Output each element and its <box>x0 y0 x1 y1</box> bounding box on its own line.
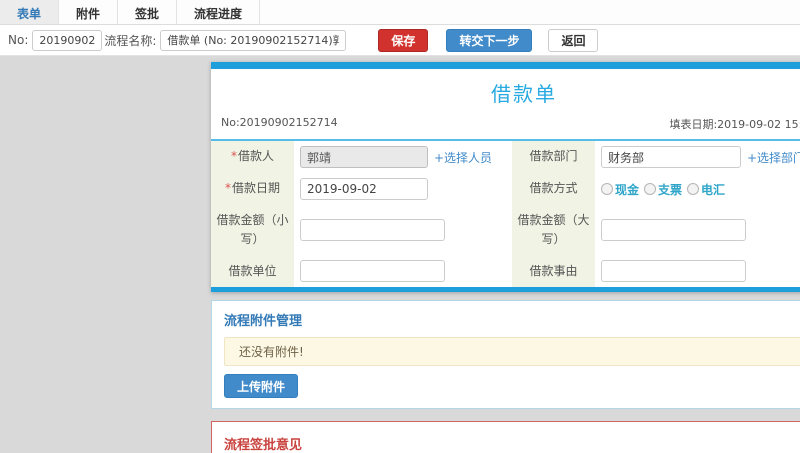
borrow-reason-label: 借款事由 <box>529 263 578 278</box>
no-label: No: <box>8 33 29 47</box>
panel-bottom-bar <box>211 287 800 293</box>
borrow-unit-field-cell <box>294 255 512 287</box>
department-label: 借款部门 <box>529 149 578 164</box>
radio-cash[interactable]: 现金 <box>601 181 639 198</box>
select-person-link[interactable]: +选择人员 <box>434 149 492 166</box>
payment-method-label-cell: 借款方式 <box>512 173 595 205</box>
borrow-date-label: 借款日期 <box>231 181 280 196</box>
tab-attachments[interactable]: 附件 <box>59 0 119 24</box>
panel-wrap: 借款单 No:20190902152714 填表日期:2019-09-02 15… <box>211 62 800 453</box>
panel-top-bar <box>211 62 800 69</box>
borrower-label-cell: *借款人 <box>211 141 294 173</box>
amount-upper-label-cell: 借款金额（大写） <box>512 205 595 256</box>
tab-bar: 表单 附件 签批 流程进度 <box>0 0 800 25</box>
radio-icon <box>644 183 657 195</box>
borrower-input[interactable] <box>300 146 428 168</box>
borrow-reason-field-cell <box>595 255 800 287</box>
amount-lower-label-cell: 借款金额（小写） <box>211 205 294 256</box>
borrow-date-label-cell: *借款日期 <box>211 173 294 205</box>
radio-wire-transfer[interactable]: 电汇 <box>687 181 725 198</box>
department-label-cell: 借款部门 <box>512 141 595 173</box>
no-attachment-alert: 还没有附件! <box>224 337 800 367</box>
department-input[interactable] <box>601 146 741 168</box>
form-no-text: No:20190902152714 <box>221 116 338 129</box>
select-department-link[interactable]: +选择部门 <box>747 149 800 166</box>
amount-upper-label: 借款金额（大写） <box>517 213 590 247</box>
attachment-heading: 流程附件管理 <box>224 314 303 330</box>
required-mark: * <box>224 181 231 196</box>
radio-cheque-label: 支票 <box>658 182 683 197</box>
payment-method-radio-group: 现金 支票 电汇 <box>601 181 725 198</box>
tab-form[interactable]: 表单 <box>0 0 60 24</box>
amount-upper-field-cell <box>595 205 800 255</box>
tab-approval[interactable]: 签批 <box>118 0 178 24</box>
content-area: 借款单 No:20190902152714 填表日期:2019-09-02 15… <box>0 56 800 453</box>
page: 表单 附件 签批 流程进度 No: 流程名称: 保存 转交下一步 返回 借款单 … <box>0 0 800 453</box>
approval-panel: 流程签批意见 B I abc ✎ <box>211 421 800 453</box>
action-toolbar: No: 流程名称: 保存 转交下一步 返回 <box>0 25 800 56</box>
payment-method-field-cell: 现金 支票 电汇 <box>595 173 800 205</box>
borrow-date-input[interactable] <box>300 178 428 200</box>
radio-wire-transfer-label: 电汇 <box>701 182 726 197</box>
payment-method-label: 借款方式 <box>529 181 578 196</box>
forward-next-step-button[interactable]: 转交下一步 <box>446 28 533 52</box>
borrower-field-cell: +选择人员 <box>294 141 512 173</box>
radio-cash-label: 现金 <box>615 182 640 197</box>
amount-lower-label: 借款金额（小写） <box>216 213 289 247</box>
form-row: *借款日期 借款方式 现金 <box>211 173 800 205</box>
form-row: 借款单位 借款事由 <box>211 255 800 288</box>
form-meta-row: No:20190902152714 填表日期:2019-09-02 15:27:… <box>211 113 800 141</box>
borrow-reason-input[interactable] <box>601 260 746 283</box>
approval-heading: 流程签批意见 <box>224 438 303 453</box>
process-name-input[interactable] <box>160 29 347 51</box>
radio-icon <box>687 183 700 195</box>
borrower-label: 借款人 <box>237 149 274 164</box>
borrow-unit-input[interactable] <box>300 260 445 283</box>
borrow-unit-label: 借款单位 <box>228 263 277 278</box>
process-name-label: 流程名称: <box>104 33 157 48</box>
save-button[interactable]: 保存 <box>378 28 429 52</box>
form-row: *借款人 +选择人员 借款部门 +选择部门 <box>211 141 800 173</box>
borrow-unit-label-cell: 借款单位 <box>211 255 294 288</box>
amount-upper-input[interactable] <box>601 219 746 242</box>
borrow-date-field-cell <box>294 173 512 205</box>
radio-icon <box>601 183 613 195</box>
borrow-reason-label-cell: 借款事由 <box>512 255 595 288</box>
attachment-panel: 流程附件管理 还没有附件! 上传附件 <box>211 300 800 410</box>
no-input[interactable] <box>32 29 103 51</box>
tab-process-progress[interactable]: 流程进度 <box>177 0 261 24</box>
radio-cheque[interactable]: 支票 <box>644 181 682 198</box>
amount-lower-field-cell <box>294 205 512 255</box>
required-mark: * <box>230 149 237 164</box>
back-button[interactable]: 返回 <box>548 28 599 52</box>
loan-form-panel: 借款单 No:20190902152714 填表日期:2019-09-02 15… <box>211 62 800 293</box>
form-row: 借款金额（小写） 借款金额（大写） <box>211 205 800 256</box>
form-title: 借款单 <box>491 82 557 106</box>
amount-lower-input[interactable] <box>300 219 445 242</box>
form-date-text: 填表日期:2019-09-02 15:27:1 <box>669 118 800 131</box>
upload-attachment-button[interactable]: 上传附件 <box>224 374 299 399</box>
department-field-cell: +选择部门 <box>595 141 800 173</box>
